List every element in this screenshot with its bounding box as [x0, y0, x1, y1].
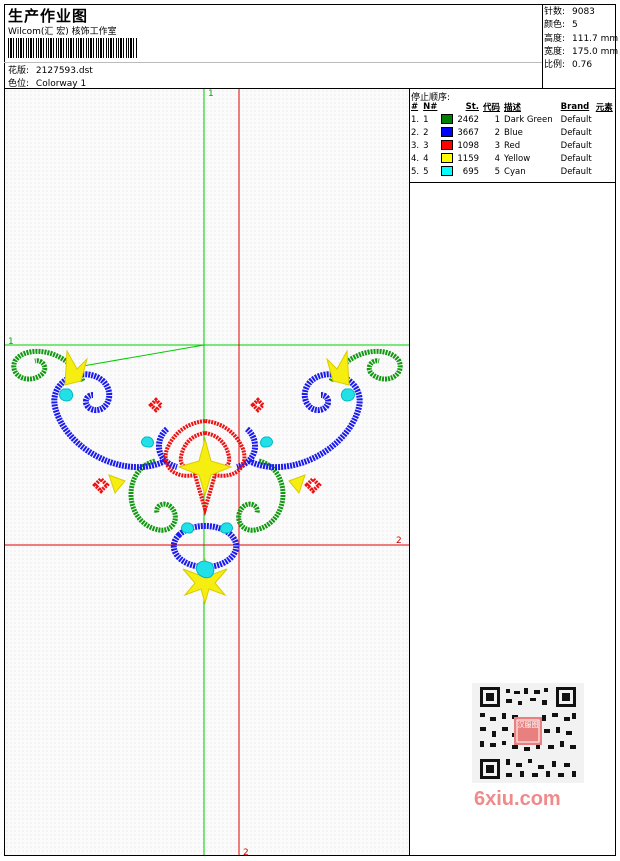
- row-number: 1: [423, 114, 429, 125]
- stat-value: 175.0 mm: [572, 46, 619, 57]
- stat-label: 比例:: [544, 60, 566, 71]
- color-swatch: [441, 166, 454, 177]
- stat-label: 高度:: [544, 33, 566, 44]
- design-row: 花版: 2127593.dst: [8, 63, 93, 76]
- row-code: 2: [494, 127, 501, 138]
- row-element: [594, 113, 615, 126]
- stat-label: 颜色:: [544, 20, 566, 31]
- row-element: [594, 165, 615, 178]
- row-index: 1.: [411, 114, 420, 125]
- stat-value: 111.7 mm: [572, 33, 619, 44]
- row-number: 3: [423, 140, 429, 151]
- row-element: [594, 126, 615, 139]
- panel-divider: [409, 88, 410, 856]
- table-row[interactable]: 5. 5 695 5 Cyan Default: [409, 165, 615, 178]
- row-stitches: 2462: [457, 114, 480, 125]
- color-swatch: [441, 153, 454, 164]
- stat-label: 宽度:: [544, 46, 566, 57]
- row-description: Red: [504, 140, 521, 151]
- stat-stitches: 针数: 9083: [544, 6, 618, 19]
- row-code: 3: [494, 140, 501, 151]
- colorway-row: 色位: Colorway 1: [8, 76, 86, 89]
- row-swatch-cell: [439, 165, 455, 178]
- row-description: Yellow: [504, 153, 531, 164]
- row-number: 4: [423, 153, 429, 164]
- design-label: 花版:: [8, 66, 30, 76]
- design-filename: 2127593.dst: [35, 66, 93, 76]
- red-horizontal-guide-label: 2: [396, 536, 402, 546]
- stats-divider: [542, 4, 543, 88]
- row-description: Blue: [504, 127, 523, 138]
- row-element: [594, 139, 615, 152]
- row-brand: Default: [560, 166, 592, 177]
- row-index: 2.: [411, 127, 420, 138]
- col-description: 描述: [504, 103, 522, 113]
- row-number: 5: [423, 166, 429, 177]
- row-stitches: 1098: [457, 140, 480, 151]
- row-index: 5.: [411, 166, 420, 177]
- color-swatch: [441, 127, 454, 138]
- stop-sequence-table: # N# St. 代码 描述 Brand 元素 1. 1 2462 1 Dark…: [409, 101, 615, 178]
- stat-label: 针数:: [544, 7, 566, 17]
- embroidery-preview: [5, 89, 409, 855]
- table-row[interactable]: 3. 3 1098 3 Red Default: [409, 139, 615, 152]
- seal-text: 汉服图: [517, 721, 539, 729]
- col-index: #: [411, 102, 419, 112]
- row-swatch-cell: [439, 139, 455, 152]
- col-stitches: St.: [465, 102, 480, 112]
- row-swatch-cell: [439, 126, 455, 139]
- row-brand: Default: [560, 153, 592, 164]
- green-vertical-guide-label: 1: [208, 89, 214, 99]
- design-canvas[interactable]: 1 1 2 2: [5, 89, 409, 858]
- row-index: 3.: [411, 140, 420, 151]
- table-row[interactable]: 2. 2 3667 2 Blue Default: [409, 126, 615, 139]
- table-bottom-rule: [409, 182, 616, 183]
- green-diagonal-guide: [82, 344, 205, 367]
- stat-width: 宽度: 175.0 mm: [544, 46, 618, 59]
- row-stitches: 3667: [457, 127, 480, 138]
- stat-value: 5: [572, 20, 578, 31]
- stat-value: 9083: [572, 7, 595, 17]
- row-swatch-cell: [439, 113, 455, 126]
- col-color: [439, 101, 455, 113]
- stat-scale: 比例: 0.76: [544, 59, 618, 72]
- row-description: Cyan: [504, 166, 526, 177]
- qr-code: [472, 683, 584, 783]
- col-code: 代码: [483, 103, 501, 113]
- row-number: 2: [423, 127, 429, 138]
- row-code: 5: [494, 166, 501, 177]
- row-brand: Default: [560, 114, 592, 125]
- table-row[interactable]: 4. 4 1159 4 Yellow Default: [409, 152, 615, 165]
- stat-height: 高度: 111.7 mm: [544, 33, 618, 46]
- red-vertical-guide-label: 2: [243, 848, 249, 858]
- colorway-label: 色位:: [8, 79, 30, 89]
- row-description: Dark Green: [504, 114, 553, 125]
- row-brand: Default: [560, 127, 592, 138]
- color-swatch: [441, 140, 454, 151]
- barcode: [8, 38, 138, 58]
- page-title: 生产作业图: [8, 7, 89, 25]
- colorway-value: Colorway 1: [35, 79, 87, 89]
- col-element: 元素: [595, 103, 613, 113]
- row-swatch-cell: [439, 152, 455, 165]
- row-stitches: 695: [462, 166, 480, 177]
- col-brand: Brand: [560, 102, 590, 112]
- green-horizontal-guide-label: 1: [8, 337, 14, 347]
- table-header-row: # N# St. 代码 描述 Brand 元素: [409, 101, 615, 113]
- company-name: Wilcom(汇 宏) 核饰工作室: [8, 27, 117, 37]
- row-index: 4.: [411, 153, 420, 164]
- row-code: 1: [494, 114, 501, 125]
- stat-value: 0.76: [572, 60, 593, 71]
- color-swatch: [441, 114, 454, 125]
- row-brand: Default: [560, 140, 592, 151]
- col-number: N#: [423, 102, 438, 112]
- stat-colors: 颜色: 5: [544, 19, 618, 32]
- design-stats: 针数: 9083 颜色: 5 高度: 111.7 mm 宽度: 175.0 mm 比例:…: [544, 6, 618, 72]
- row-element: [594, 152, 615, 165]
- row-stitches: 1159: [457, 153, 480, 164]
- watermark-text: 6xiu.com: [474, 788, 561, 810]
- row-code: 4: [494, 153, 501, 164]
- table-row[interactable]: 1. 1 2462 1 Dark Green Default: [409, 113, 615, 126]
